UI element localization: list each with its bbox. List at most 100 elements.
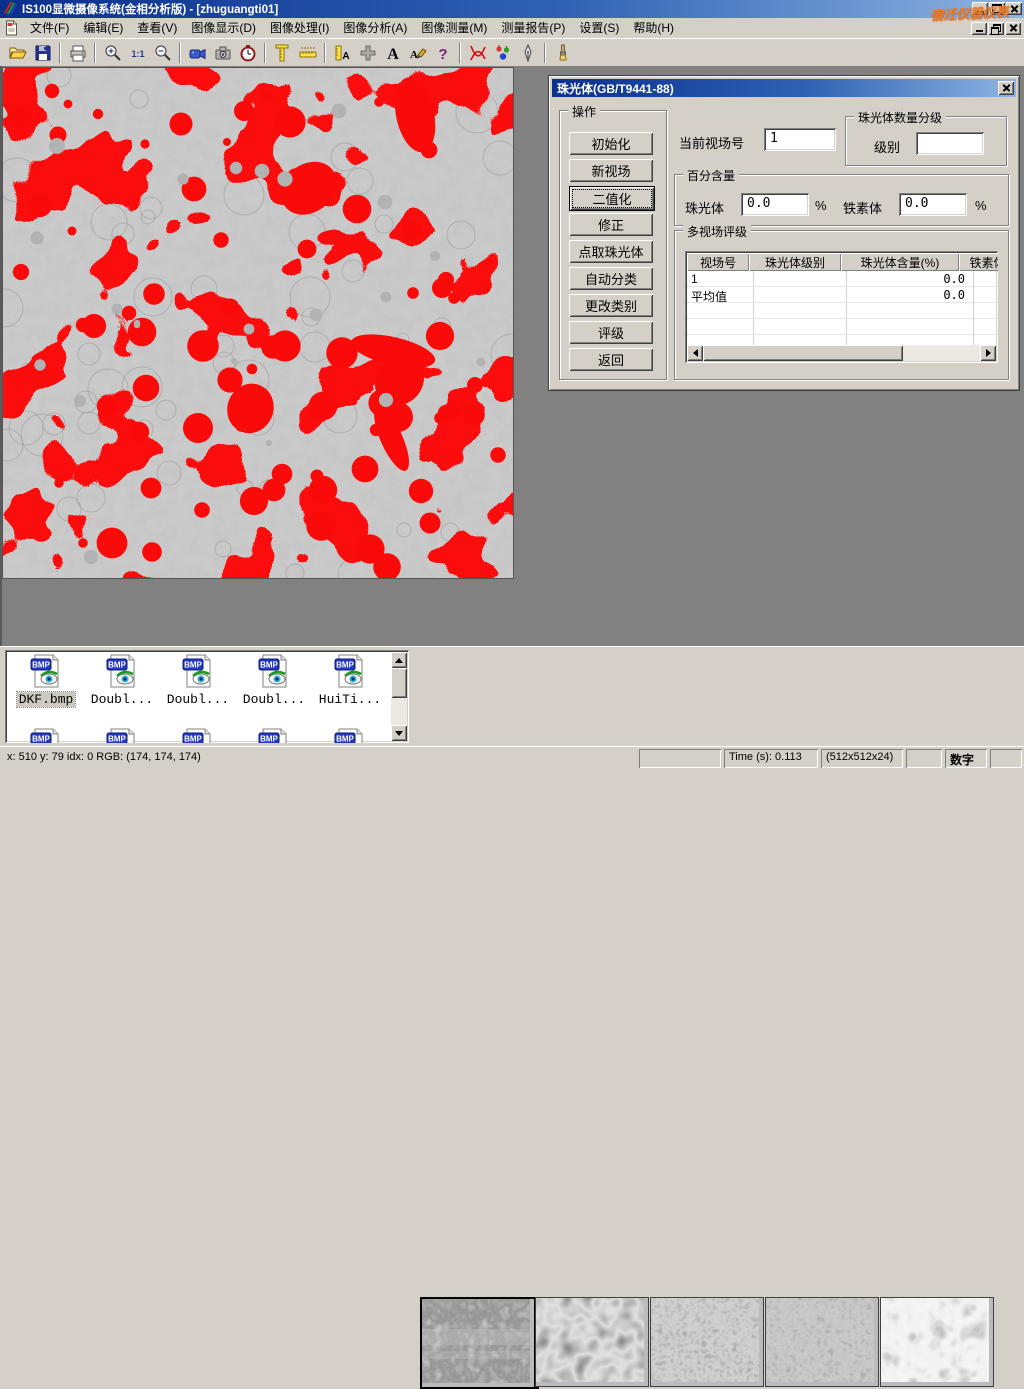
video-capture-button[interactable] (185, 41, 210, 65)
pearlite-percent-input[interactable]: 0.0 (741, 193, 809, 216)
help-button[interactable]: ? (430, 41, 455, 65)
child-restore-button[interactable] (988, 22, 1004, 35)
table-cell (754, 303, 847, 318)
file-item-row2-2[interactable]: BMP (85, 728, 159, 743)
caliper-measure-icon (273, 43, 293, 63)
table-header-4: 铁素体含量(%) (959, 253, 998, 271)
current-field-input[interactable]: 1 (764, 128, 836, 151)
pearlite-label: 珠光体 (685, 198, 724, 217)
grade-input[interactable] (916, 132, 984, 155)
action-button-7[interactable]: 更改类别 (569, 294, 653, 317)
file-item-4[interactable]: BMPDoubl... (237, 654, 311, 707)
video-capture-icon (188, 43, 208, 63)
zoom-out-button[interactable] (150, 41, 175, 65)
print-button[interactable] (65, 41, 90, 65)
zoom-in-button[interactable] (100, 41, 125, 65)
document-icon[interactable] (3, 20, 21, 36)
caliper-measure-button[interactable] (270, 41, 295, 65)
table-cell (687, 319, 754, 334)
file-label: DKF.bmp (17, 692, 76, 707)
open-file-button[interactable] (5, 41, 30, 65)
action-button-3[interactable]: 二值化 (569, 186, 655, 211)
file-label: Doubl... (241, 692, 307, 707)
menu-item-3[interactable]: 查看(V) (130, 17, 184, 39)
action-button-4[interactable]: 修正 (569, 213, 653, 236)
thumbnail-1[interactable] (420, 1297, 536, 1389)
curve-tool-button[interactable] (465, 41, 490, 65)
text-tool-button[interactable]: A (380, 41, 405, 65)
ferrite-percent-input[interactable]: 0.0 (899, 193, 967, 216)
bmp-file-icon: BMP (181, 728, 215, 743)
pen-tool-button[interactable] (515, 41, 540, 65)
menu-bar: 文件(F)编辑(E)查看(V)图像显示(D)图像处理(I)图像分析(A)图像测量… (0, 18, 1024, 38)
file-item-row2-4[interactable]: BMP (237, 728, 311, 743)
file-item-row2-1[interactable]: BMP (9, 728, 83, 743)
table-row[interactable]: 10.0 (687, 271, 998, 287)
close-button[interactable] (1006, 2, 1022, 15)
file-item-2[interactable]: BMPDoubl... (85, 654, 159, 707)
action-button-1[interactable]: 初始化 (569, 132, 653, 155)
pen-tool-icon (518, 43, 538, 63)
table-cell (847, 319, 974, 334)
ruler-measure-button[interactable] (295, 41, 320, 65)
menu-item-1[interactable]: 文件(F) (23, 17, 76, 39)
action-button-6[interactable]: 自动分类 (569, 267, 653, 290)
annotate-tool-button[interactable]: A (405, 41, 430, 65)
open-file-icon (8, 43, 28, 63)
svg-text:BMP: BMP (108, 661, 126, 670)
photo-capture-button[interactable] (210, 41, 235, 65)
classify-tool-button[interactable] (490, 41, 515, 65)
thumbnail-2[interactable] (535, 1297, 649, 1387)
action-button-9[interactable]: 返回 (569, 348, 653, 371)
scrollbar-thumb[interactable] (391, 668, 407, 698)
scroll-up-button[interactable] (391, 652, 407, 668)
menu-item-10[interactable]: 帮助(H) (626, 17, 681, 39)
minimize-button[interactable] (972, 2, 988, 15)
menu-item-5[interactable]: 图像处理(I) (263, 17, 336, 39)
micrograph-image[interactable] (2, 67, 514, 579)
file-item-3[interactable]: BMPDoubl... (161, 654, 235, 707)
menu-item-7[interactable]: 图像测量(M) (414, 17, 494, 39)
menu-item-6[interactable]: 图像分析(A) (336, 17, 414, 39)
table-row[interactable] (687, 319, 998, 335)
scrollbar-thumb[interactable] (703, 345, 903, 361)
measure-label-button[interactable]: A (330, 41, 355, 65)
svg-text:A: A (410, 49, 418, 61)
ruler-measure-icon (298, 43, 318, 63)
file-item-row2-5[interactable]: BMP (313, 728, 387, 743)
file-item-row2-3[interactable]: BMP (161, 728, 235, 743)
action-button-8[interactable]: 评级 (569, 321, 653, 344)
thumbnail-3[interactable] (650, 1297, 764, 1387)
dialog-close-button[interactable] (998, 81, 1014, 95)
table-row[interactable] (687, 303, 998, 319)
menu-item-8[interactable]: 测量报告(P) (494, 17, 572, 39)
app-logo-icon (3, 0, 18, 18)
file-list-scrollbar[interactable] (391, 652, 407, 741)
scroll-down-button[interactable] (391, 725, 407, 741)
maximize-button[interactable] (989, 2, 1005, 15)
child-close-button[interactable] (1005, 22, 1021, 35)
actual-size-button[interactable]: 1:1 (125, 41, 150, 65)
menu-item-9[interactable]: 设置(S) (572, 17, 626, 39)
action-button-5[interactable]: 点取珠光体 (569, 240, 653, 263)
scroll-right-button[interactable] (980, 345, 996, 361)
file-item-5[interactable]: BMPHuiTi... (313, 654, 387, 707)
menu-item-4[interactable]: 图像显示(D) (184, 17, 263, 39)
grade-label: 级别 (874, 137, 900, 156)
table-horizontal-scrollbar[interactable] (687, 345, 996, 361)
action-button-2[interactable]: 新视场 (569, 159, 653, 182)
child-minimize-button[interactable] (971, 22, 987, 35)
brush-tool-button[interactable] (550, 41, 575, 65)
file-item-1[interactable]: BMPDKF.bmp (9, 654, 83, 707)
save-file-button[interactable] (30, 41, 55, 65)
timer-button[interactable] (235, 41, 260, 65)
percent-group: 百分含量 珠光体 0.0 % 铁素体 0.0 % (674, 174, 1009, 226)
scroll-left-button[interactable] (687, 345, 703, 361)
percent-sign: % (975, 198, 987, 213)
table-row[interactable]: 平均值0.0 (687, 287, 998, 303)
move-tool-button[interactable] (355, 41, 380, 65)
svg-text:BMP: BMP (260, 735, 278, 744)
thumbnail-5[interactable] (880, 1297, 994, 1387)
thumbnail-4[interactable] (765, 1297, 879, 1387)
menu-item-2[interactable]: 编辑(E) (76, 17, 130, 39)
